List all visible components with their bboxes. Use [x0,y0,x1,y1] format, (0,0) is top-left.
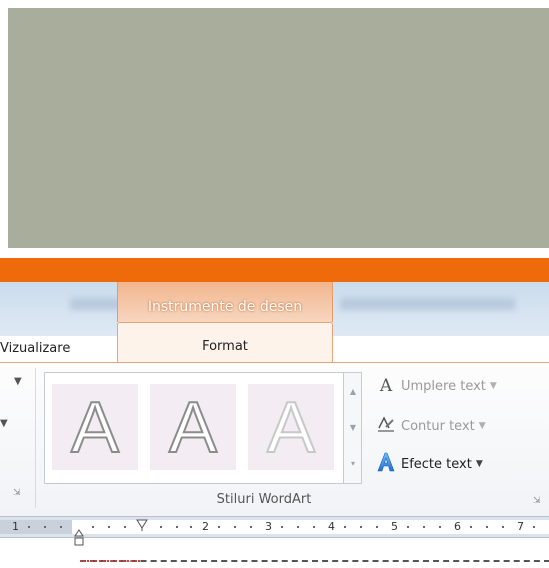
ruler-tick [250,526,252,528]
ruler-number: 6 [454,520,461,533]
ruler-tick [28,526,30,528]
dialog-launcher-icon[interactable]: ⇲ [533,496,541,506]
ruler-tick [502,526,504,528]
drawing-tools-context-label: Instrumente de desen [147,299,303,315]
chevron-down-icon[interactable]: ▼ [14,376,22,387]
ruler-tick [439,526,441,528]
hanging-indent-marker[interactable] [74,529,84,547]
gallery-more-button[interactable]: ▾ [345,446,361,482]
text-fill-icon: A [379,376,393,396]
ruler-tick [176,526,178,528]
text-effects-label: Efecte text [401,456,472,472]
ruler-number: 3 [265,520,272,533]
text-fill-button[interactable]: A Umplere text ▼ [377,374,497,398]
dialog-launcher-icon[interactable]: ⇲ [13,488,21,498]
ruler-tick [360,526,362,528]
ruler-tick [313,526,315,528]
ruler-tick [234,526,236,528]
ruler-tick [281,526,283,528]
ruler-tick [60,526,62,528]
ruler-tick [486,526,488,528]
ruler-tick [376,526,378,528]
ruler-tick [160,526,162,528]
group-separator [35,368,36,508]
wordart-a-outline-icon: A [70,392,120,462]
window-title-bar [0,258,549,282]
ruler-tick [92,526,94,528]
ruler-tick [407,526,409,528]
text-outline-label: Contur text [401,418,475,434]
ruler-tick [423,526,425,528]
ruler-tick [297,526,299,528]
spellcheck-underline [80,560,140,564]
wordart-letter: A [169,392,217,462]
ruler-tick [108,526,110,528]
wordart-style-1[interactable]: A [52,384,138,470]
chevron-down-icon[interactable]: ▼ [0,418,8,429]
ruler-tick [190,526,192,528]
ruler-number: 5 [391,520,398,533]
ruler-tick [44,526,46,528]
ruler-number: 1 [12,520,19,533]
ruler-number: 2 [202,520,209,533]
wordart-group-label: Stiluri WordArt [216,492,312,507]
chevron-down-icon: ▼ [475,459,483,469]
text-fill-label: Umplere text [401,378,486,394]
wordart-a-faded-icon: A [266,392,316,462]
ruler-number: 4 [328,520,335,533]
wordart-a-outline-icon: A [168,392,218,462]
chevron-down-icon: ▼ [478,421,486,431]
chevron-down-icon: ▼ [489,381,497,391]
ruler-tick [470,526,472,528]
tab-format-label: Format [202,339,248,354]
ruler-number: 7 [517,520,524,533]
blurred-title-text [340,298,515,310]
tab-view[interactable]: Vizualizare [0,336,117,362]
ruler-tick [124,526,126,528]
gray-panel [8,8,549,248]
wordart-style-3[interactable]: A [248,384,334,470]
text-outline-button[interactable]: Contur text ▼ [377,414,486,438]
text-effects-button[interactable]: Efecte text ▼ [377,452,483,476]
document-text-line [80,560,549,564]
wordart-style-2[interactable]: A [150,384,236,470]
wordart-letter: A [71,392,119,462]
ruler-tick [533,526,535,528]
first-line-indent-marker[interactable] [136,519,148,531]
gallery-scroll-down-button[interactable]: ▼ [345,410,361,446]
text-outline-icon [377,415,395,437]
ruler-tick [344,526,346,528]
wordart-letter: A [267,392,315,462]
gallery-scroll-up-button[interactable]: ▲ [345,374,361,410]
text-effects-icon [377,452,395,476]
ruler-tick [218,526,220,528]
